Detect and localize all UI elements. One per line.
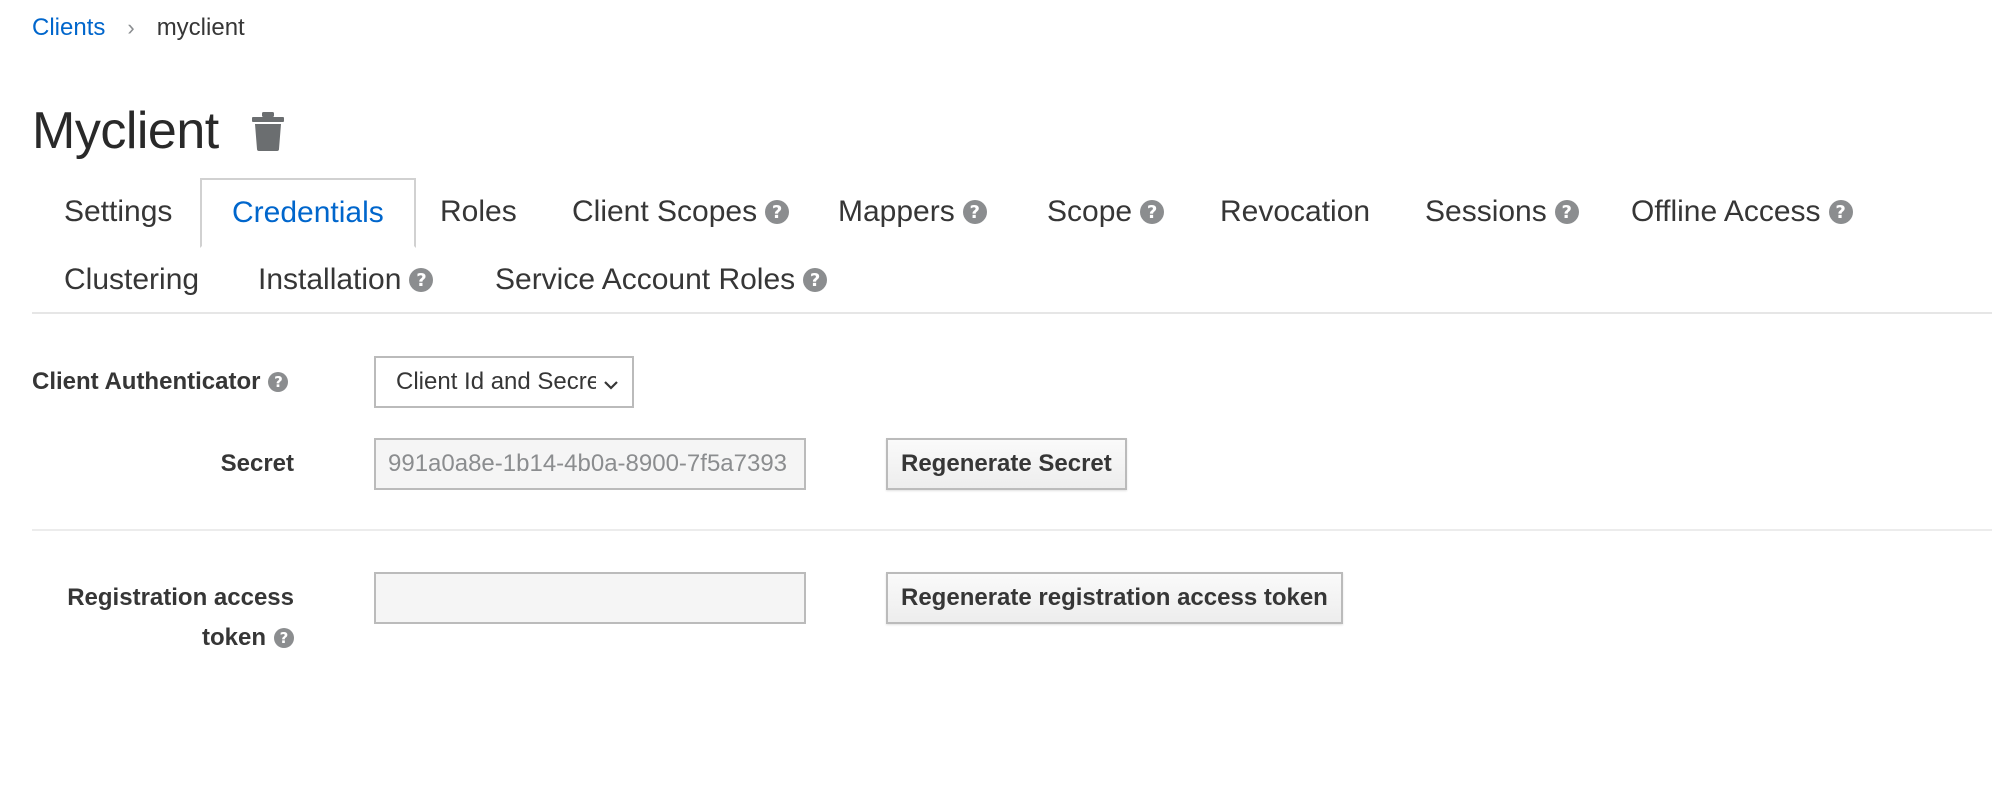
section-divider [32,529,1992,531]
help-icon[interactable]: ? [765,200,790,224]
registration-token-field[interactable] [374,572,806,624]
tab-scope[interactable]: Scope ? [1047,178,1165,246]
breadcrumb-separator: › [127,15,135,40]
tab-revocation[interactable]: Revocation [1220,178,1370,246]
client-authenticator-select[interactable]: Client Id and Secret [374,356,634,408]
tab-label: Installation [258,263,402,296]
tab-label: Mappers [838,195,955,228]
tab-clustering[interactable]: Clustering [64,246,199,314]
tab-mappers[interactable]: Mappers ? [838,178,987,246]
tab-label: Credentials [232,196,384,229]
breadcrumb-clients-link[interactable]: Clients [32,12,105,44]
tab-installation[interactable]: Installation ? [258,246,434,314]
tab-roles[interactable]: Roles [440,178,517,246]
page-header: Myclient [32,100,285,162]
tab-label: Client Scopes [572,195,758,228]
regenerate-secret-button[interactable]: Regenerate Secret [886,438,1127,490]
tab-client-scopes[interactable]: Client Scopes ? [572,178,790,246]
tab-label: Settings [64,195,173,228]
client-authenticator-value: Client Id and Secret [396,368,596,395]
help-icon[interactable]: ? [274,628,294,648]
chevron-down-icon [602,373,620,391]
help-icon[interactable]: ? [409,268,434,292]
help-icon[interactable]: ? [1140,200,1165,224]
trash-icon[interactable] [251,111,285,151]
tab-sessions[interactable]: Sessions ? [1425,178,1579,246]
breadcrumb-current: myclient [156,14,245,41]
help-icon[interactable]: ? [1828,200,1853,224]
tab-label: Revocation [1220,195,1371,228]
help-icon[interactable]: ? [803,268,828,292]
tab-offline-access[interactable]: Offline Access ? [1631,178,1853,246]
tab-label: Scope [1047,195,1133,228]
tab-label: Offline Access [1631,195,1821,228]
tab-credentials[interactable]: Credentials [200,178,416,248]
help-icon[interactable]: ? [962,200,987,224]
registration-token-label: Registration access token ? [32,578,294,658]
tab-bar: Settings Credentials Roles Client Scopes… [32,178,1992,314]
tab-service-account-roles[interactable]: Service Account Roles ? [495,246,828,314]
help-icon[interactable]: ? [1554,200,1579,224]
registration-token-label-line2-row: token ? [32,618,294,658]
registration-token-label-line1: Registration access [67,584,294,611]
tab-label: Service Account Roles [495,263,796,296]
client-authenticator-label: Client Authenticator ? [32,362,289,402]
help-icon[interactable]: ? [268,372,289,392]
secret-field[interactable]: 991a0a8e-1b14-4b0a-8900-7f5a7393 [374,438,806,490]
client-authenticator-label-text: Client Authenticator [32,368,261,395]
page-title: Myclient [32,102,219,160]
registration-token-label-line2: token [201,624,266,651]
regenerate-registration-token-button[interactable]: Regenerate registration access token [886,572,1343,624]
client-credentials-page: Clients › myclient Myclient Settings Cre… [0,0,1992,802]
breadcrumb: Clients › myclient [32,12,245,44]
tab-settings[interactable]: Settings [64,178,172,246]
secret-label: Secret [220,450,294,477]
tab-label: Sessions [1425,195,1547,228]
tab-label: Roles [440,195,517,228]
tab-label: Clustering [64,263,200,296]
